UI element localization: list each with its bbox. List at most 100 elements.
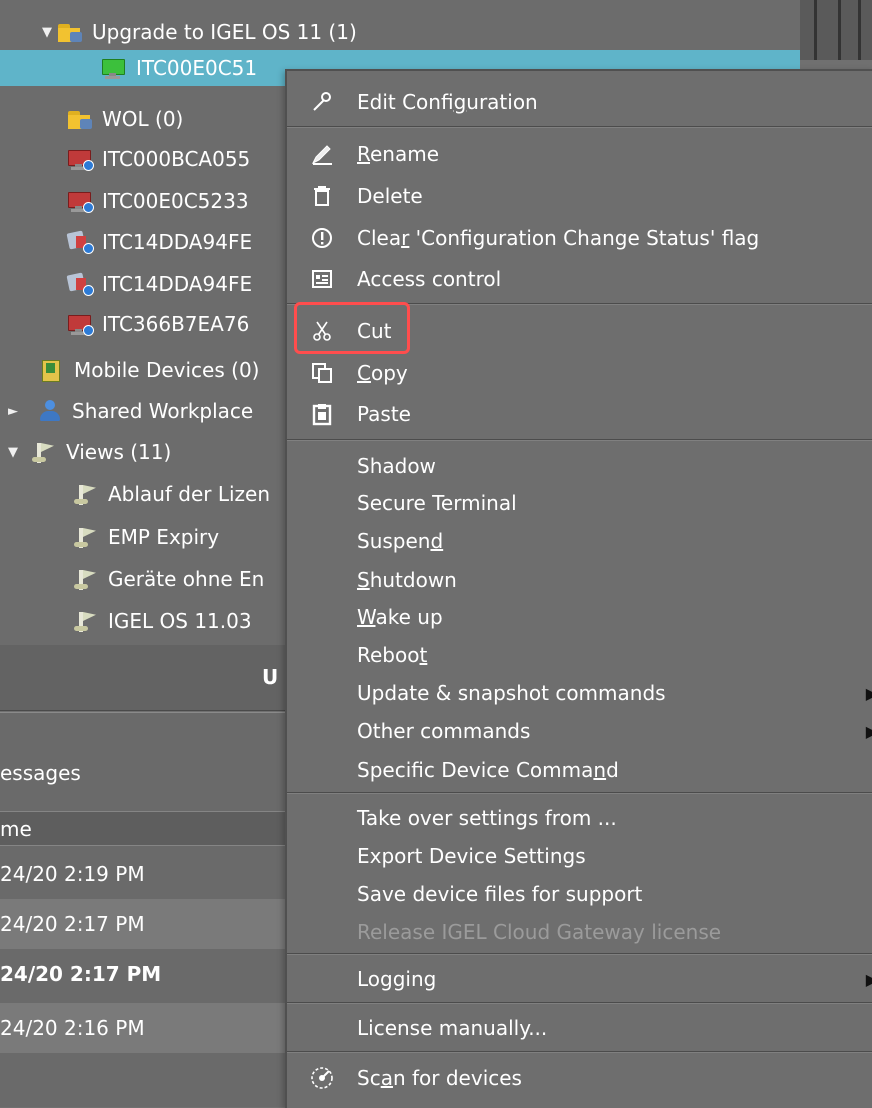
messages-title: essages [0, 761, 81, 785]
submenu-arrow-icon: ▶ [865, 683, 872, 703]
clipboard-icon [307, 399, 337, 429]
tree-device[interactable]: ITC00E0C5233 [66, 183, 249, 219]
menu-separator [287, 792, 872, 794]
wrench-icon [307, 87, 337, 117]
messages-panel: essages me 24/20 2:19 PM 24/20 2:17 PM 2… [0, 712, 300, 1107]
tree-item-label: ITC000BCA055 [102, 147, 251, 171]
menu-shutdown[interactable]: Shutdown [287, 561, 872, 599]
tree-item-label: Shared Workplace [72, 399, 254, 423]
menu-delete[interactable]: Delete [287, 177, 872, 215]
menu-other-commands[interactable]: Other commands ▶ [287, 712, 872, 750]
tree-item-label: Geräte ohne En [108, 567, 265, 591]
tree-item-label: ITC00E0C5233 [102, 189, 249, 213]
menu-paste[interactable]: Paste [287, 395, 872, 433]
tree-device[interactable]: ITC14DDA94FE [66, 266, 252, 302]
menu-license-manually[interactable]: License manually... [287, 1009, 872, 1047]
menu-access-control[interactable]: Access control [287, 260, 872, 298]
message-row[interactable]: 24/20 2:19 PM [0, 849, 300, 899]
tree-item-label: WOL (0) [102, 107, 184, 131]
scan-icon [307, 1063, 337, 1093]
tree-shared-workplace[interactable]: ► Shared Workplace [4, 393, 253, 429]
menu-update-snapshot[interactable]: Update & snapshot commands ▶ [287, 674, 872, 712]
menu-separator [287, 1002, 872, 1004]
message-row[interactable]: 24/20 2:17 PM [0, 949, 300, 999]
access-control-icon [307, 264, 337, 294]
menu-scan-for-devices[interactable]: Scan for devices [287, 1059, 872, 1097]
folder-icon [56, 20, 84, 44]
scissors-icon [307, 316, 337, 346]
menu-save-device-files[interactable]: Save device files for support [287, 875, 872, 913]
collapse-icon[interactable]: ▼ [4, 445, 22, 460]
tree-item-label: EMP Expiry [108, 525, 220, 549]
tree-device[interactable]: ITC366B7EA76 [66, 306, 249, 342]
view-icon [72, 567, 100, 591]
tree-folder-upgrade[interactable]: ▼ Upgrade to IGEL OS 11 (1) [38, 14, 357, 50]
menu-release-license: Release IGEL Cloud Gateway license [357, 920, 722, 944]
submenu-arrow-icon: ▶ [865, 721, 872, 741]
workspace-device-icon [66, 272, 94, 296]
menu-cut[interactable]: Cut [287, 312, 872, 350]
menu-shadow[interactable]: Shadow [287, 447, 872, 485]
tree-views[interactable]: ▼ Views (11) [4, 434, 171, 470]
menu-clear-flag[interactable]: Clear 'Configuration Change Status' flag [287, 219, 872, 257]
view-icon [72, 525, 100, 549]
tree-item-label: ITC00E0C51 [136, 56, 258, 80]
view-icon [72, 482, 100, 506]
menu-suspend[interactable]: Suspend [287, 522, 872, 560]
menu-separator [287, 126, 872, 128]
menu-separator [287, 953, 872, 955]
menu-separator [287, 1051, 872, 1053]
device-online-icon [100, 56, 128, 80]
workspace-device-icon [66, 230, 94, 254]
tree-item-label: ITC14DDA94FE [102, 272, 253, 296]
view-icon [30, 440, 58, 464]
column-header-time[interactable]: me [0, 811, 300, 846]
tree-item-label: IGEL OS 11.03 [108, 609, 252, 633]
tree-device[interactable]: ITC000BCA055 [66, 141, 250, 177]
submenu-arrow-icon: ▶ [865, 969, 872, 989]
expand-icon[interactable]: ► [4, 404, 22, 419]
tree-item-label: Views (11) [66, 440, 172, 464]
mobile-devices-icon [38, 358, 66, 382]
tree-item-label: Mobile Devices (0) [74, 358, 260, 382]
tree-view-item[interactable]: EMP Expiry [72, 519, 219, 555]
message-row[interactable]: 24/20 2:17 PM [0, 899, 300, 949]
copy-icon [307, 358, 337, 388]
context-menu: Edit Configuration Rename Delete Clear '… [285, 69, 872, 1108]
collapse-icon[interactable]: ▼ [38, 25, 56, 40]
device-offline-icon [66, 147, 94, 171]
menu-separator [287, 439, 872, 441]
message-row[interactable]: 24/20 2:16 PM [0, 1003, 300, 1053]
tree-item-label: ITC14DDA94FE [102, 230, 253, 254]
menu-edit-configuration[interactable]: Edit Configuration [287, 83, 872, 121]
tree-folder-wol[interactable]: WOL (0) [66, 101, 183, 137]
panel-header-label: U [262, 665, 279, 689]
tree-view-item[interactable]: Geräte ohne En [72, 561, 264, 597]
tree-view-item[interactable]: IGEL OS 11.03 [72, 603, 252, 639]
menu-wake-up[interactable]: Wake up [287, 598, 872, 636]
folder-icon [66, 107, 94, 131]
tree-item-label: Upgrade to IGEL OS 11 (1) [92, 20, 357, 44]
user-icon [36, 399, 64, 423]
menu-reboot[interactable]: Reboot [287, 636, 872, 674]
tree-view-item[interactable]: Ablauf der Lizen [72, 476, 270, 512]
menu-export-device-settings[interactable]: Export Device Settings [287, 837, 872, 875]
menu-copy[interactable]: Copy [287, 354, 872, 392]
menu-separator [287, 303, 872, 305]
pencil-icon [307, 139, 337, 169]
menu-secure-terminal[interactable]: Secure Terminal [287, 484, 872, 522]
trash-icon [307, 181, 337, 211]
menu-logging[interactable]: Logging ▶ [287, 960, 872, 998]
tree-item-label: ITC366B7EA76 [102, 312, 250, 336]
view-icon [72, 609, 100, 633]
exclamation-circle-icon [307, 223, 337, 253]
tree-device[interactable]: ITC14DDA94FE [66, 224, 252, 260]
tree-mobile-devices[interactable]: Mobile Devices (0) [38, 352, 259, 388]
menu-specific-device-command[interactable]: Specific Device Command [287, 751, 872, 789]
panel-header: U [0, 645, 290, 711]
device-offline-icon [66, 312, 94, 336]
menu-rename[interactable]: Rename [287, 135, 872, 173]
tree-item-label: Ablauf der Lizen [108, 482, 271, 506]
scrollbar[interactable] [800, 0, 872, 60]
menu-take-over-settings[interactable]: Take over settings from ... [287, 799, 872, 837]
